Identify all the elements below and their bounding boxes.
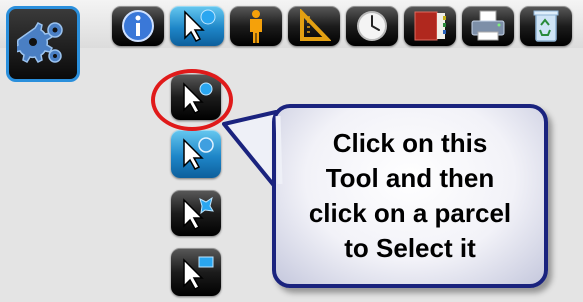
callout-seam [275,115,283,185]
